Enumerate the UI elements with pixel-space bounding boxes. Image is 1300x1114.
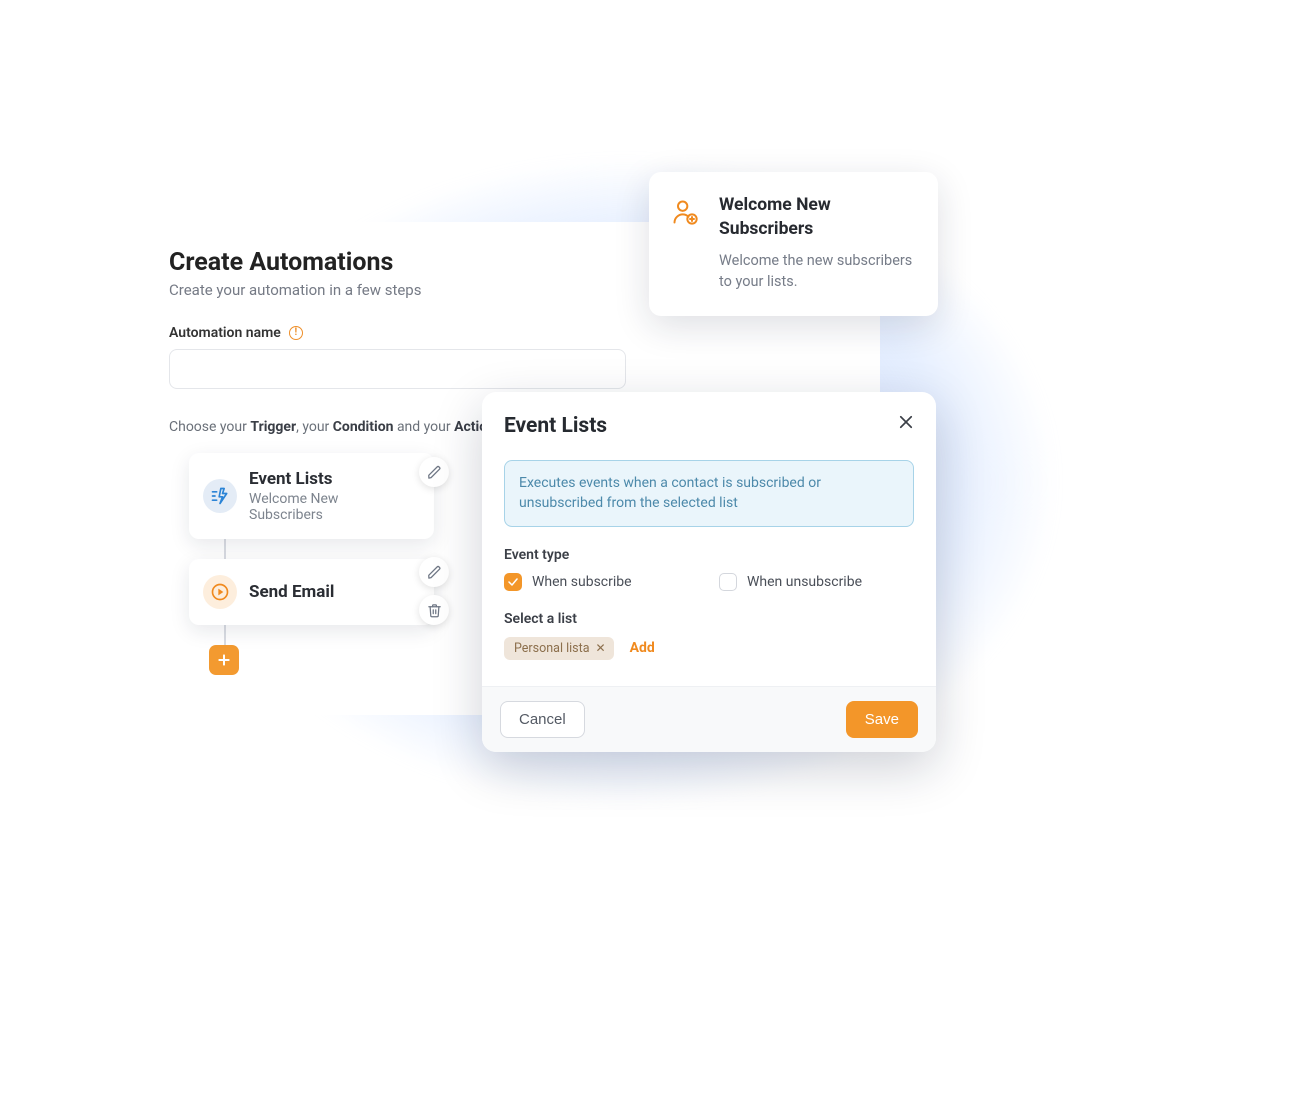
flow-node-send-email[interactable]: Send Email	[189, 559, 434, 625]
event-type-label: Event type	[504, 547, 914, 563]
list-chip-label: Personal lista	[514, 641, 590, 656]
checkbox-subscribe[interactable]	[504, 573, 522, 591]
option-when-unsubscribe[interactable]: When unsubscribe	[719, 573, 914, 591]
modal-info-notice: Executes events when a contact is subscr…	[504, 460, 914, 527]
checkbox-unsubscribe[interactable]	[719, 573, 737, 591]
event-type-options: When subscribe When unsubscribe	[504, 573, 914, 591]
flow-node-event-lists-text: Event Lists Welcome New Subscribers	[249, 469, 386, 523]
helper-text-condition: Condition	[333, 419, 394, 435]
save-button[interactable]: Save	[846, 701, 918, 738]
flow-connector	[224, 539, 226, 559]
welcome-template-text: Welcome New Subscribers Welcome the new …	[719, 194, 916, 292]
welcome-template-desc: Welcome the new subscribers to your list…	[719, 251, 916, 292]
lightning-icon	[203, 479, 237, 513]
automation-name-label: Automation name	[169, 325, 281, 341]
checkbox-subscribe-label: When subscribe	[532, 574, 632, 590]
event-lists-modal: Event Lists Executes events when a conta…	[482, 392, 936, 752]
option-when-subscribe[interactable]: When subscribe	[504, 573, 699, 591]
play-circle-icon	[203, 575, 237, 609]
close-icon[interactable]	[894, 410, 918, 434]
helper-text-mid2: and your	[393, 419, 454, 435]
flow-node-send-email-text: Send Email	[249, 582, 334, 602]
flow-node-title: Send Email	[249, 582, 334, 602]
helper-text-mid1: , your	[296, 419, 333, 435]
list-chip[interactable]: Personal lista ✕	[504, 637, 614, 660]
selected-lists-row: Personal lista ✕ Add	[504, 637, 914, 660]
modal-title: Event Lists	[504, 414, 914, 438]
user-plus-icon	[671, 198, 699, 226]
checkbox-unsubscribe-label: When unsubscribe	[747, 574, 862, 590]
flow-connector	[224, 625, 226, 645]
add-step-button[interactable]	[209, 645, 239, 675]
helper-text-trigger: Trigger	[250, 419, 296, 435]
automation-name-label-row: Automation name !	[169, 325, 866, 341]
automation-name-input[interactable]	[169, 349, 626, 389]
flow-node-event-lists[interactable]: Event Lists Welcome New Subscribers	[189, 453, 434, 539]
welcome-template-card[interactable]: Welcome New Subscribers Welcome the new …	[649, 172, 938, 316]
helper-text-prefix: Choose your	[169, 419, 250, 435]
remove-chip-icon[interactable]: ✕	[596, 641, 606, 655]
add-list-link[interactable]: Add	[630, 640, 655, 656]
welcome-template-title: Welcome New Subscribers	[719, 194, 916, 241]
modal-footer: Cancel Save	[482, 686, 936, 752]
select-list-label: Select a list	[504, 611, 914, 627]
delete-node-button[interactable]	[419, 595, 449, 625]
info-icon[interactable]: !	[289, 326, 303, 340]
flow-node-subtitle: Welcome New Subscribers	[249, 491, 386, 523]
edit-node-button[interactable]	[419, 557, 449, 587]
cancel-button[interactable]: Cancel	[500, 701, 585, 738]
flow-node-title: Event Lists	[249, 469, 386, 489]
edit-node-button[interactable]	[419, 457, 449, 487]
